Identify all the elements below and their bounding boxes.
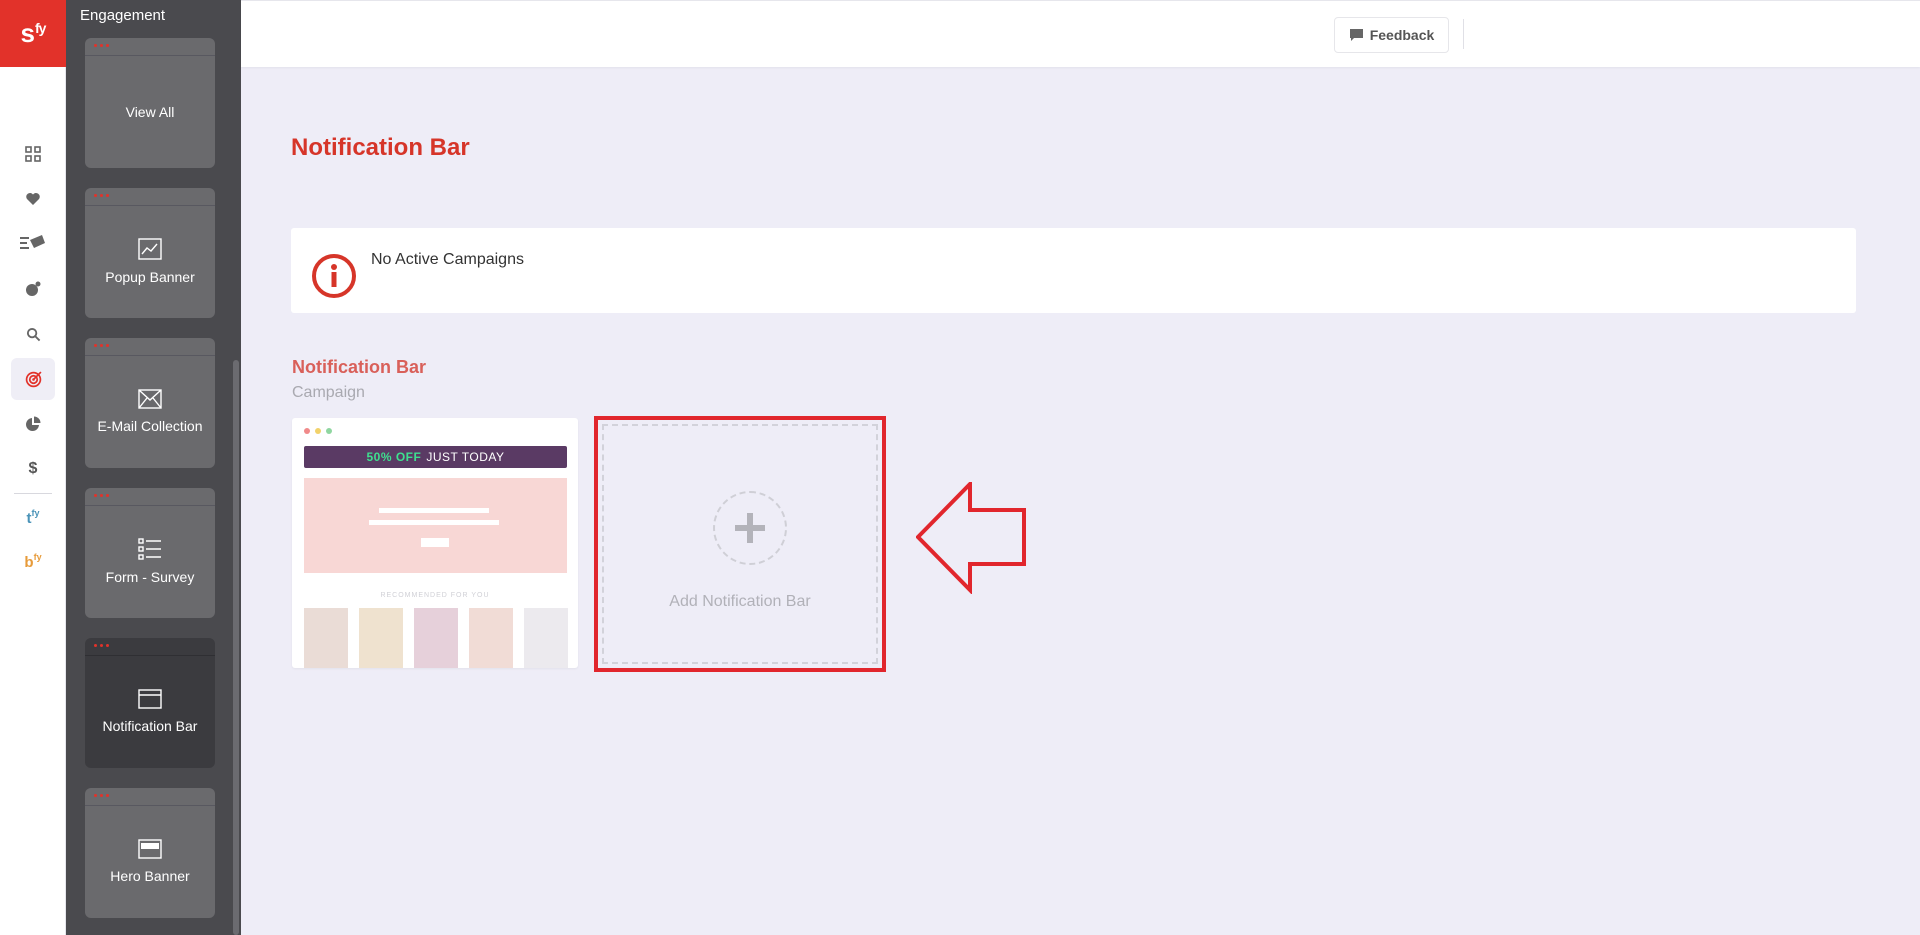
submenu-item-label: View All xyxy=(125,104,175,120)
window-dots xyxy=(304,428,332,434)
topbar-divider xyxy=(1463,19,1464,49)
preview-recommended-label: RECOMMENDED FOR YOU xyxy=(380,592,490,599)
plus-icon xyxy=(713,491,787,565)
image-icon xyxy=(138,238,162,260)
section-title: Notification Bar xyxy=(292,357,427,377)
submenu-item-form-survey[interactable]: Form - Survey xyxy=(85,488,215,618)
window-icon xyxy=(138,689,162,709)
page-title: Notification Bar xyxy=(291,134,470,161)
grid-icon[interactable] xyxy=(11,133,55,175)
preview-product xyxy=(469,608,513,668)
submenu-item-label: Form - Survey xyxy=(105,569,195,585)
submenu-item-label: Notification Bar xyxy=(102,718,198,734)
pie-chart-icon[interactable] xyxy=(11,403,55,445)
submenu-title: Engagement xyxy=(80,7,166,24)
preview-product xyxy=(414,608,458,668)
submenu-item-label: Hero Banner xyxy=(110,868,190,884)
dots-icon xyxy=(94,494,109,497)
dots-icon xyxy=(94,344,109,347)
dots-icon xyxy=(94,644,109,647)
feedback-button[interactable]: Feedback xyxy=(1334,17,1449,53)
info-icon xyxy=(312,254,356,298)
envelope-icon xyxy=(138,389,162,409)
search-icon[interactable] xyxy=(11,313,55,355)
submenu-item-email-collection[interactable]: E-Mail Collection xyxy=(85,338,215,468)
preview-hero xyxy=(304,478,567,573)
add-notification-bar-card[interactable]: Add Notification Bar xyxy=(594,416,886,672)
submenu-item-view-all[interactable]: View All xyxy=(85,38,215,168)
submenu-scrollbar[interactable] xyxy=(233,360,239,935)
campaign-template-preview[interactable]: 50% OFF JUST TODAY RECOMMENDED FOR YOU xyxy=(292,418,578,668)
engagement-submenu: Engagement View All Popup Banner E-Mail … xyxy=(66,0,241,935)
info-message: No Active Campaigns xyxy=(371,251,524,268)
preview-product xyxy=(359,608,403,668)
preview-notification-bar: 50% OFF JUST TODAY xyxy=(304,446,567,468)
submenu-item-popup-banner[interactable]: Popup Banner xyxy=(85,188,215,318)
icon-rail: s fy $ t fy b fy xyxy=(0,0,66,935)
info-alert: No Active Campaigns xyxy=(291,228,1856,313)
submenu-item-notification-bar[interactable]: Notification Bar xyxy=(85,638,215,768)
submenu-item-label: E-Mail Collection xyxy=(97,418,203,434)
pointer-arrow-icon xyxy=(916,482,1026,594)
tfy-app-icon[interactable]: t fy xyxy=(11,503,55,533)
megaphone-icon[interactable] xyxy=(11,222,55,264)
rail-divider xyxy=(14,493,52,494)
preview-product xyxy=(524,608,568,668)
dots-icon xyxy=(94,794,109,797)
dollar-icon[interactable]: $ xyxy=(11,448,55,490)
chat-bubble-icon xyxy=(1349,29,1363,41)
heart-icon[interactable] xyxy=(11,178,55,220)
top-bar: Feedback xyxy=(241,0,1920,67)
user-ball-icon[interactable] xyxy=(11,268,55,310)
banner-icon xyxy=(138,839,162,859)
dots-icon xyxy=(94,194,109,197)
dots-icon xyxy=(94,44,109,47)
add-notification-bar-label: Add Notification Bar xyxy=(669,593,811,610)
target-icon[interactable] xyxy=(11,358,55,400)
submenu-item-hero-banner[interactable]: Hero Banner xyxy=(85,788,215,918)
section-subtitle: Campaign xyxy=(292,384,365,401)
preview-product xyxy=(304,608,348,668)
sfy-logo[interactable]: s fy xyxy=(0,0,66,67)
list-icon xyxy=(138,538,161,560)
bfy-app-icon[interactable]: b fy xyxy=(11,547,55,577)
submenu-item-label: Popup Banner xyxy=(105,269,195,285)
